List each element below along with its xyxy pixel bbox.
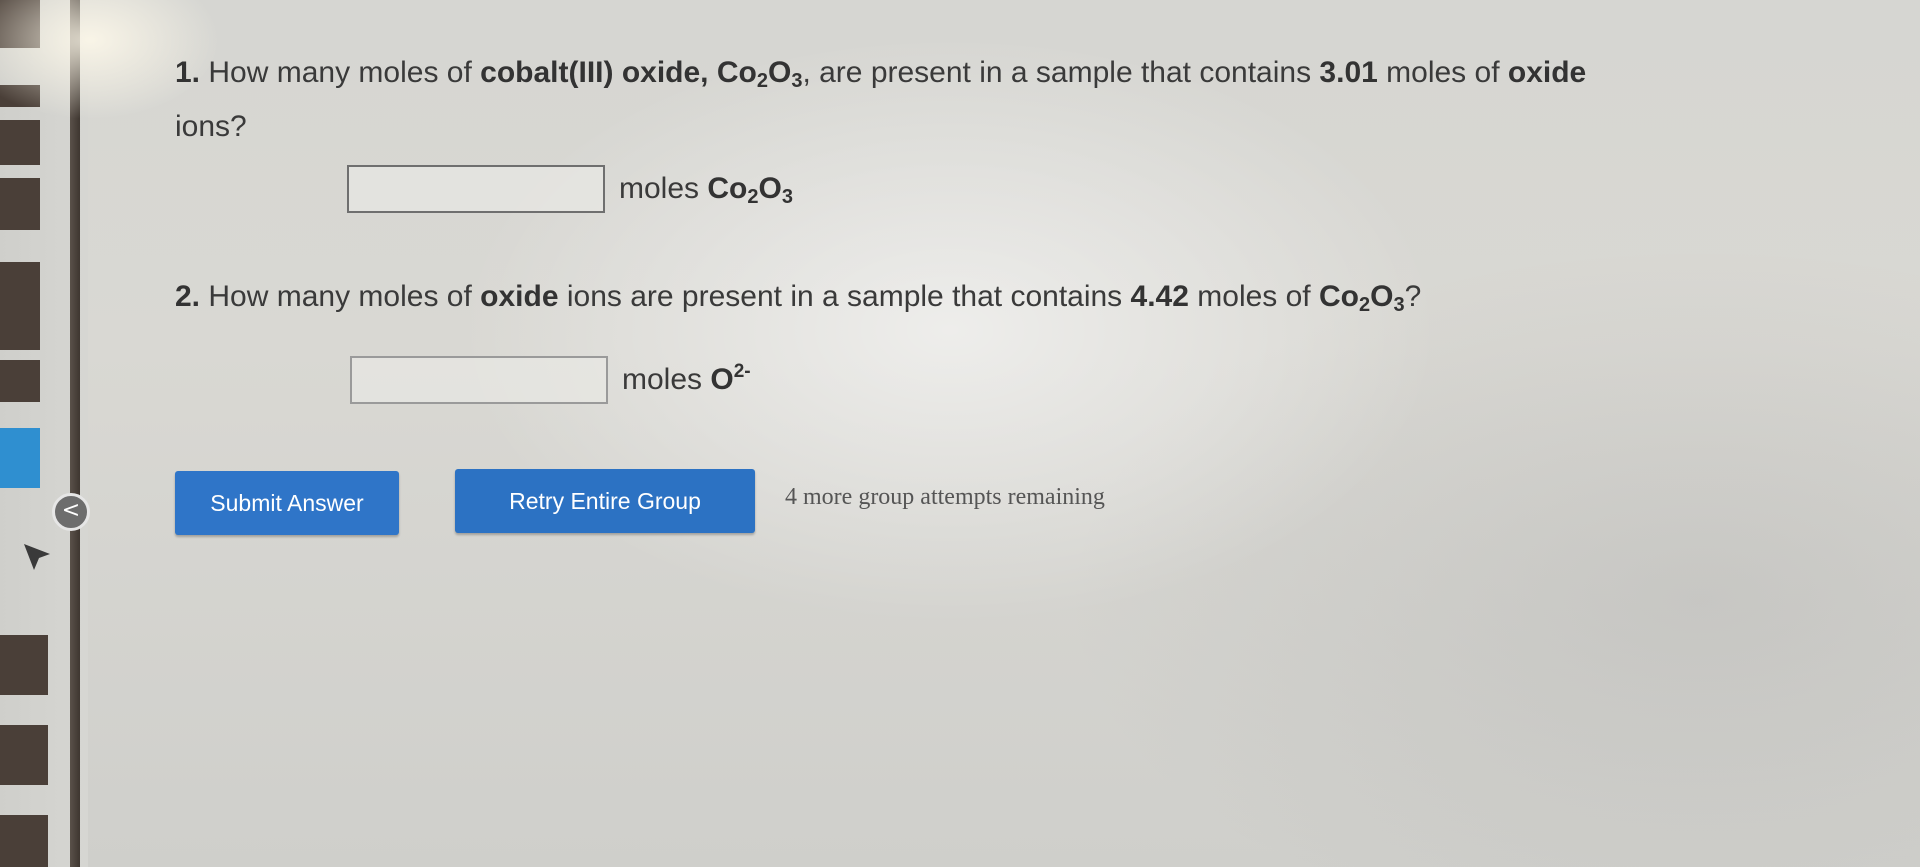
answer-1-input[interactable] [347,165,605,213]
sidebar-tab[interactable] [0,815,48,867]
question-1-text-continued: ions? [175,110,247,143]
mouse-cursor-icon [24,544,50,570]
sidebar-tab[interactable] [0,178,40,230]
retry-entire-group-button[interactable]: Retry Entire Group [455,469,755,533]
sidebar-tab[interactable] [0,120,40,165]
question-2-amount: 4.42 [1130,280,1189,313]
question-2-number: 2. [175,280,201,313]
submit-answer-button[interactable]: Submit Answer [175,471,399,535]
answer-2-input[interactable] [350,356,608,404]
question-1-amount: 3.01 [1319,56,1378,89]
formula-co2o3: Co2O3 [716,56,803,92]
question-1-text: 1. How many moles of cobalt(III) oxide, … [175,56,1587,92]
sidebar-tab[interactable] [0,262,40,350]
question-1-number: 1. [175,56,201,89]
question-2-text: 2. How many moles of oxide ions are pres… [175,280,1422,316]
answer-row-2: moles O2- [350,356,751,404]
attempts-remaining-status: 4 more group attempts remaining [785,484,1105,510]
sidebar-tab-active[interactable] [0,428,40,488]
answer-row-1: moles Co2O3 [347,165,793,213]
left-sidebar-strip [0,0,88,867]
chevron-left-icon: < [61,498,81,523]
sidebar-tab[interactable] [0,725,48,785]
answer-1-unit: moles Co2O3 [619,172,793,208]
collapse-sidebar-button[interactable]: < [52,493,90,531]
bezel-divider [70,0,80,867]
formula-co2o3: Co2O3 [1319,280,1405,316]
sidebar-tab[interactable] [0,360,40,402]
answer-2-unit: moles O2- [622,361,751,396]
sidebar-tab[interactable] [0,635,48,695]
